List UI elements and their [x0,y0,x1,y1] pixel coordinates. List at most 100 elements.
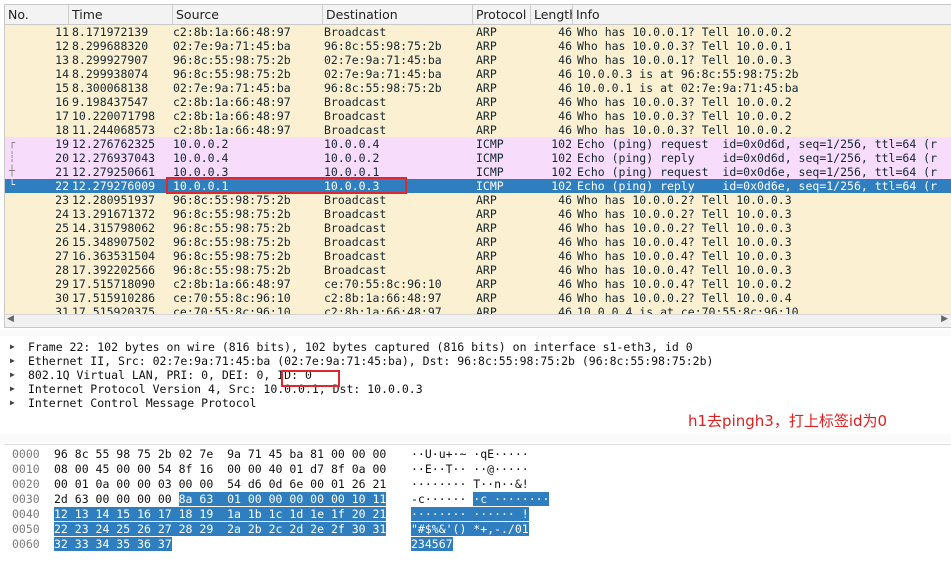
detail-row-ethernet[interactable]: ▶ Ethernet II, Src: 02:7e:9a:71:45:ba (0… [4,354,951,368]
packet-length: 102 [551,137,572,151]
expand-triangle-icon[interactable]: ▶ [10,396,15,410]
packet-row[interactable]: ┼ 21 12.279250661 10.0.0.3 10.0.0.1 ICMP 102 Ec… [5,165,951,179]
packet-protocol: ARP [476,53,497,67]
packet-destination: 96:8c:55:98:75:2b [324,81,442,95]
bytes-ascii: "#$%&'() *+,-./01 [411,522,529,536]
packet-source: c2:8b:1a:66:48:97 [173,25,291,39]
packet-row[interactable]: 11 8.171972139 c2:8b:1a:66:48:97 Broadcast A… [5,25,951,39]
packet-length: 46 [558,221,572,235]
packet-row[interactable]: 17 10.220071798 c2:8b:1a:66:48:97 Broadcast… [5,109,951,123]
bytes-row[interactable]: 0060 32 33 34 35 36 37 234567 [4,537,904,551]
expand-triangle-icon[interactable]: ▶ [10,340,15,354]
bytes-hex: 2d 63 00 00 00 00 8a 63 01 00 00 00 00 0… [54,492,387,506]
bytes-row[interactable]: 0020 00 01 0a 00 00 03 00 00 54 d6 0d 6e … [4,477,904,491]
packet-row[interactable]: 25 14.315798062 96:8c:55:98:75:2b Broadcast… [5,221,951,235]
packet-list-header: No. Time Source Destination Protocol Len… [5,5,951,25]
expand-triangle-icon[interactable]: ▶ [10,368,15,382]
bytes-hex: 32 33 34 35 36 37 [54,537,172,551]
packet-info: Who has 10.0.0.3? Tell 10.0.0.2 [577,95,792,109]
packet-protocol: ARP [476,81,497,95]
column-header-source[interactable]: Source [173,5,323,24]
column-header-info[interactable]: Info [573,5,951,24]
packet-row[interactable]: ┌ 19 12.276762325 10.0.0.2 10.0.0.4 ICMP 102 Ec… [5,137,951,151]
packet-destination: Broadcast [324,221,387,235]
packet-row[interactable]: 12 8.299688320 02:7e:9a:71:45:ba 96:8c:55:9… [5,39,951,53]
packet-row[interactable]: ┆ 20 12.276937043 10.0.0.4 10.0.0.2 ICMP 102 Ec… [5,151,951,165]
bytes-row[interactable]: 0050 22 23 24 25 26 27 28 29 2a 2b 2c 2d … [4,522,904,536]
packet-no: 27 [55,249,69,263]
packet-destination: Broadcast [324,123,387,137]
bytes-row[interactable]: 0040 12 13 14 15 16 17 18 19 1a 1b 1c 1d … [4,507,904,521]
packet-row[interactable]: 26 15.348907502 96:8c:55:98:75:2b Broadcast… [5,235,951,249]
bytes-offset: 0000 [12,447,40,461]
bytes-row[interactable]: 0000 96 8c 55 98 75 2b 02 7e 9a 71 45 ba … [4,447,904,461]
packet-length: 102 [551,165,572,179]
packet-info: Who has 10.0.0.3? Tell 10.0.0.2 [577,109,792,123]
packet-list-pane[interactable]: No. Time Source Destination Protocol Len… [4,4,951,328]
packet-source: 10.0.0.4 [173,151,229,165]
bytes-ascii-plain: ········ T··n··&! [411,477,529,491]
packet-row[interactable]: 28 17.392202566 96:8c:55:98:75:2b Broadcast… [5,263,951,277]
packet-no: 13 [55,53,69,67]
packet-protocol: ARP [476,221,497,235]
packet-length: 46 [558,39,572,53]
bytes-hex-plain: 08 00 45 00 00 54 8f 16 00 00 40 01 d7 8… [54,462,387,476]
expand-triangle-icon[interactable]: ▶ [10,354,15,368]
detail-row-ipv4[interactable]: ▶ Internet Protocol Version 4, Src: 10.0… [4,382,951,396]
column-header-length[interactable]: Length [531,5,573,24]
packet-time: 8.299927907 [72,53,149,67]
packet-row[interactable]: 13 8.299927907 96:8c:55:98:75:2b 02:7e:9a:7… [5,53,951,67]
packet-row[interactable]: 30 17.515910286 ce:70:55:8c:96:10 c2:8b:1a:… [5,291,951,305]
packet-row[interactable]: 24 13.291671372 96:8c:55:98:75:2b Broadcast… [5,207,951,221]
packet-row[interactable]: 18 11.244068573 c2:8b:1a:66:48:97 Broadcast… [5,123,951,137]
packet-info: Who has 10.0.0.3? Tell 10.0.0.1 [577,39,792,53]
packet-protocol: ARP [476,207,497,221]
column-header-destination[interactable]: Destination [323,5,473,24]
bytes-row[interactable]: 0010 08 00 45 00 00 54 8f 16 00 00 40 01 … [4,462,904,476]
bytes-row[interactable]: 0030 2d 63 00 00 00 00 8a 63 01 00 00 00 … [4,492,904,506]
packet-no: 20 [55,151,69,165]
packet-row[interactable]: 27 16.363531504 96:8c:55:98:75:2b Broadcast… [5,249,951,263]
packet-row[interactable]: 29 17.515718090 c2:8b:1a:66:48:97 ce:70:55:… [5,277,951,291]
packet-row[interactable]: 15 8.300068138 02:7e:9a:71:45:ba 96:8c:55:9… [5,81,951,95]
packet-info: Who has 10.0.0.2? Tell 10.0.0.4 [577,291,792,305]
packet-row[interactable]: └ 22 12.279276009 10.0.0.1 10.0.0.3 ICMP 102 Ec… [5,179,951,193]
column-header-no[interactable]: No. [5,5,69,24]
detail-row-icmp[interactable]: ▶ Internet Control Message Protocol [4,396,951,410]
packet-info: Who has 10.0.0.4? Tell 10.0.0.3 [577,263,792,277]
scroll-left-icon[interactable]: ◀ [7,314,14,324]
column-header-time[interactable]: Time [69,5,173,24]
packet-row[interactable]: 16 9.198437547 c2:8b:1a:66:48:97 Broadcast A… [5,95,951,109]
detail-row-vlan[interactable]: ▶ 802.1Q Virtual LAN, PRI: 0, DEI: 0, ID… [4,368,951,382]
pane-splitter[interactable] [0,434,951,442]
packet-source: 96:8c:55:98:75:2b [173,235,291,249]
expand-triangle-icon[interactable]: ▶ [10,382,15,396]
packet-length: 46 [558,291,572,305]
scroll-right-icon[interactable]: ▶ [941,314,948,324]
bytes-hex: 22 23 24 25 26 27 28 29 2a 2b 2c 2d 2e 2… [54,522,387,536]
packet-length: 46 [558,263,572,277]
packet-info: 10.0.0.3 is at 96:8c:55:98:75:2b [577,67,799,81]
pane-splitter[interactable] [0,330,951,336]
bytes-offset: 0010 [12,462,40,476]
packet-info: Echo (ping) request id=0x0d6d, seq=1/256… [577,137,938,151]
packet-row[interactable]: 23 12.280951937 96:8c:55:98:75:2b Broadcast… [5,193,951,207]
packet-destination: 10.0.0.2 [324,151,380,165]
packet-destination: c2:8b:1a:66:48:97 [324,291,442,305]
horizontal-scrollbar[interactable]: ◀ ▶ [5,314,951,327]
packet-source: 96:8c:55:98:75:2b [173,263,291,277]
packet-destination: Broadcast [324,263,387,277]
packet-length: 102 [551,151,572,165]
packet-info: Echo (ping) reply id=0x0d6d, seq=1/256, … [577,151,938,165]
detail-row-frame[interactable]: ▶ Frame 22: 102 bytes on wire (816 bits)… [4,340,951,354]
column-header-protocol[interactable]: Protocol [473,5,531,24]
packet-row[interactable]: 14 8.299938074 96:8c:55:98:75:2b 02:7e:9a:7… [5,67,951,81]
packet-length: 46 [558,193,572,207]
packet-protocol: ICMP [476,137,504,151]
packet-source: 10.0.0.2 [173,137,229,151]
bytes-ascii-highlighted: "#$%&'() *+,-./01 [411,522,529,536]
packet-info: Echo (ping) request id=0x0d6e, seq=1/256… [577,165,938,179]
packet-bytes-pane[interactable]: 0000 96 8c 55 98 75 2b 02 7e 9a 71 45 ba … [4,444,951,563]
packet-length: 46 [558,277,572,291]
packet-details-pane[interactable]: ▶ Frame 22: 102 bytes on wire (816 bits)… [4,340,951,416]
